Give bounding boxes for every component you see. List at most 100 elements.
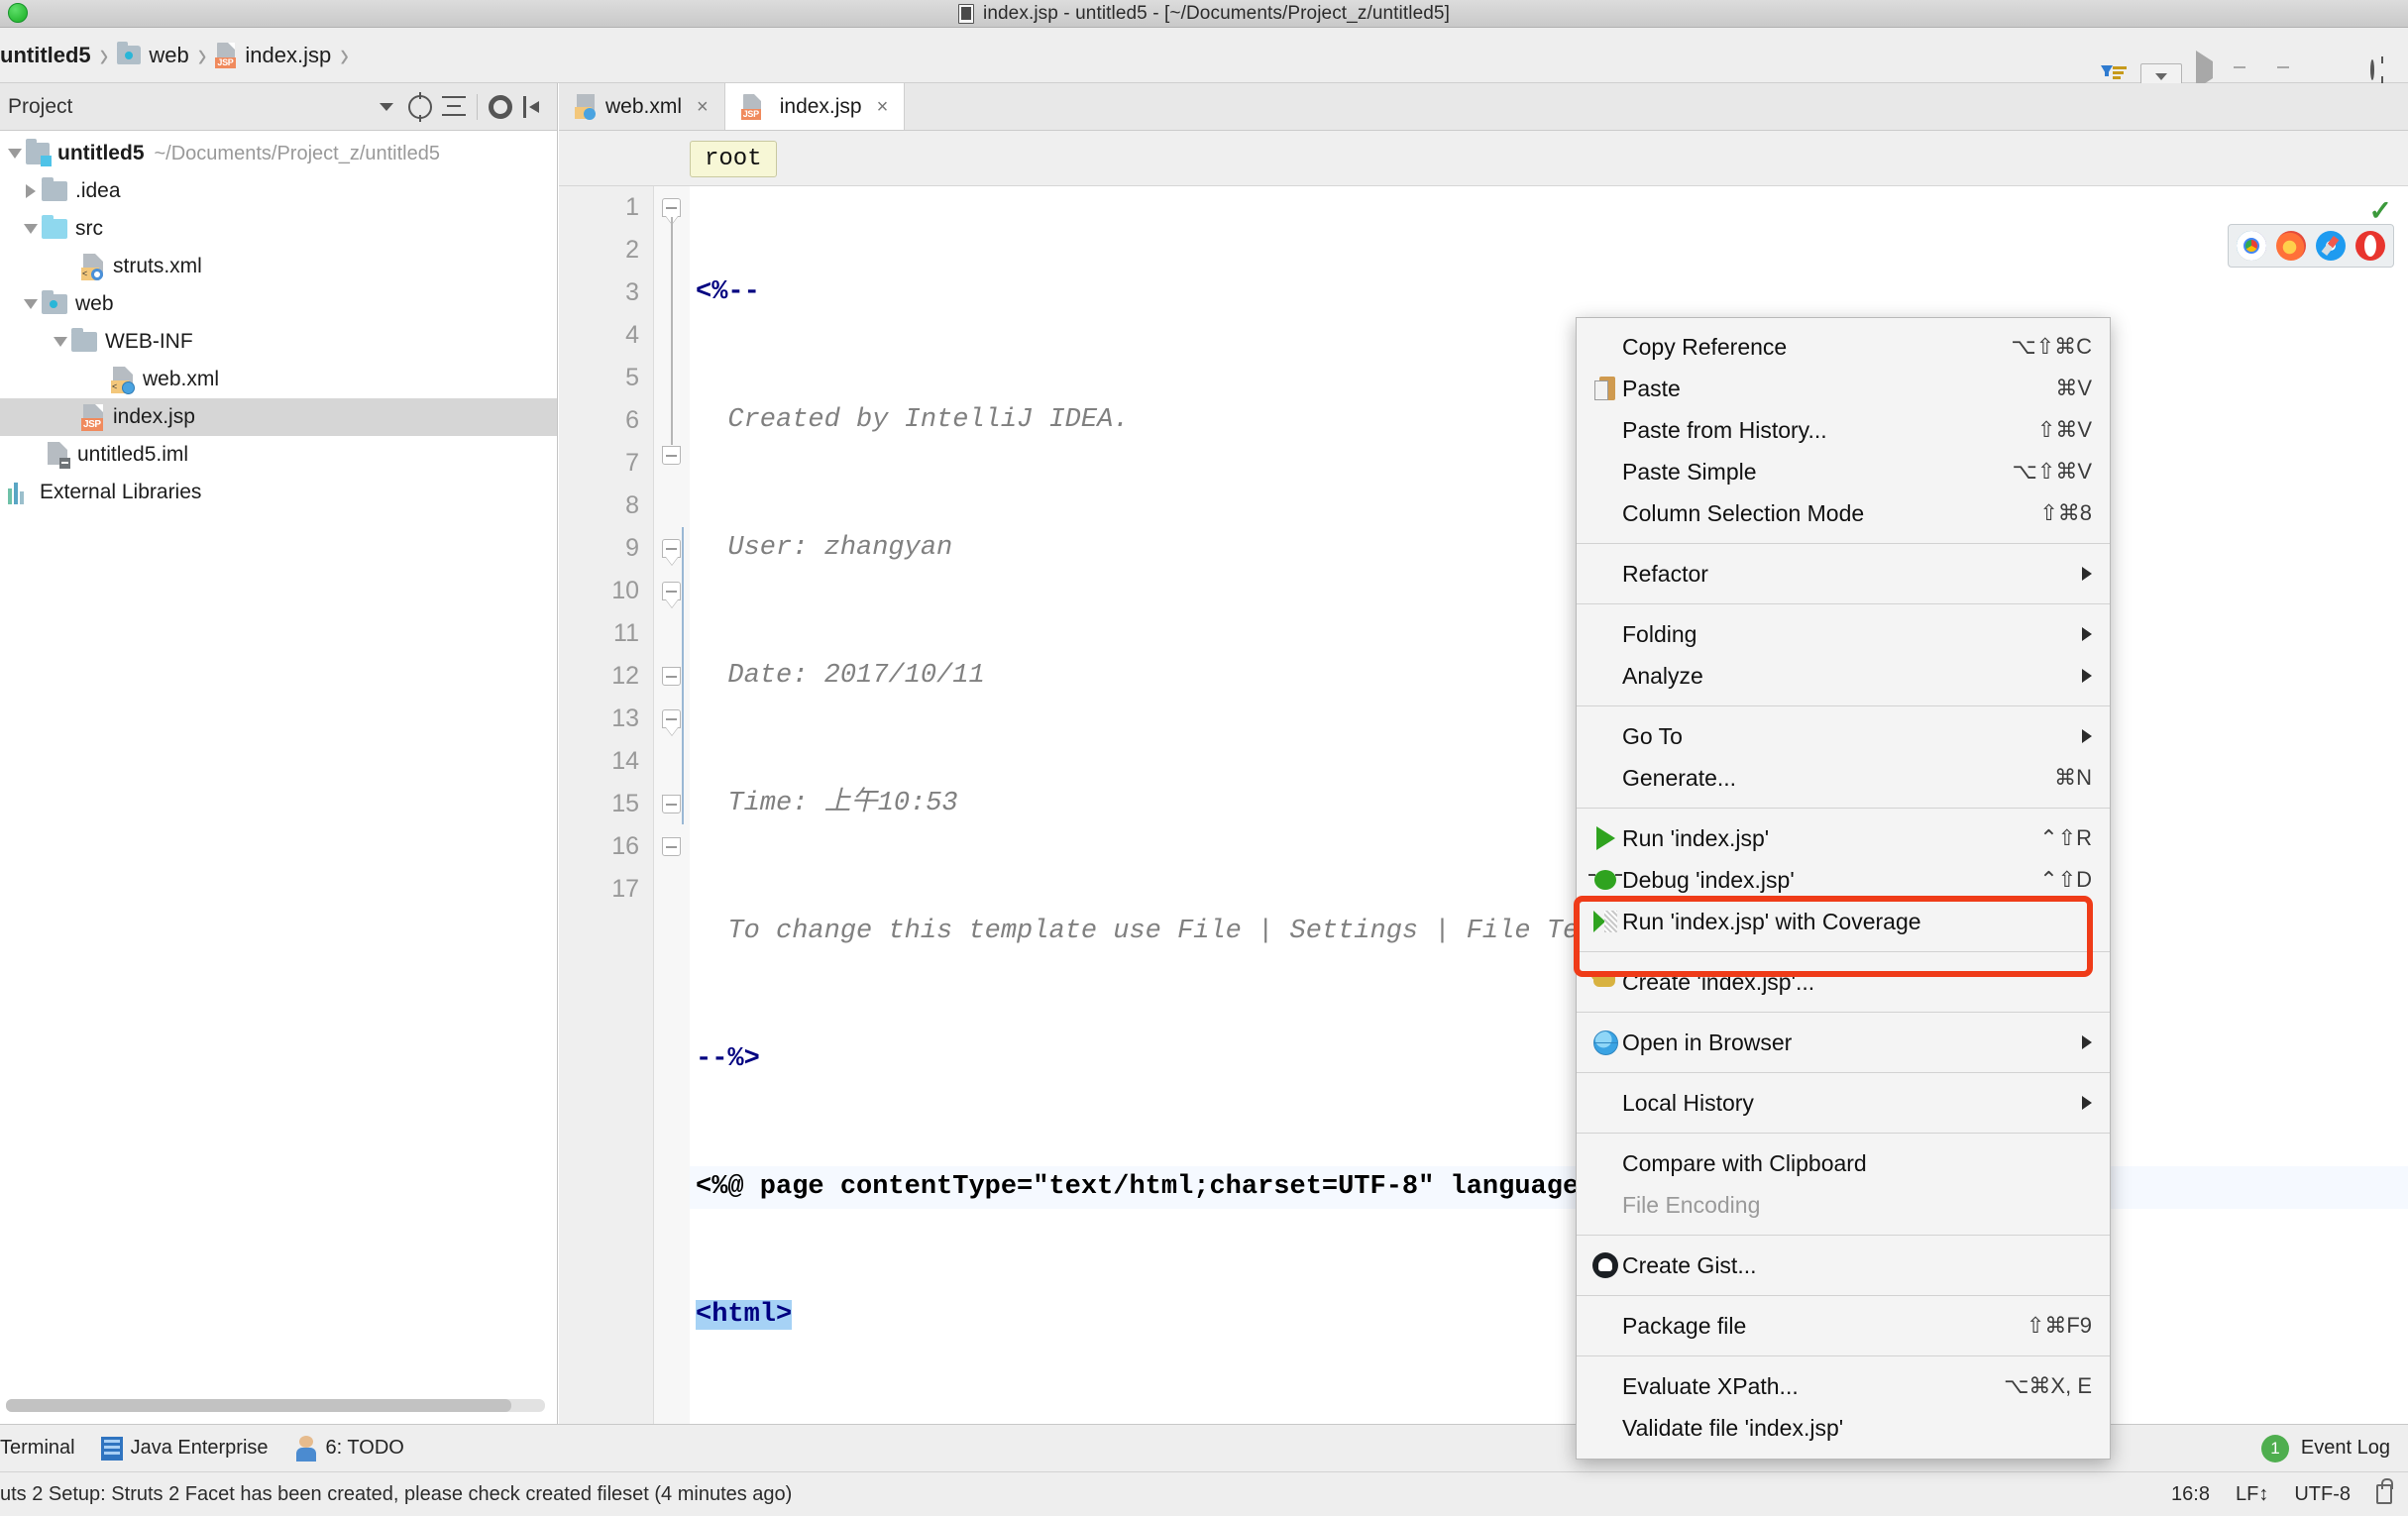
tab-index-jsp[interactable]: JSP index.jsp × bbox=[724, 83, 906, 130]
submenu-arrow-icon bbox=[2082, 1096, 2092, 1110]
window-title: index.jsp - untitled5 - [~/Documents/Pro… bbox=[958, 3, 1450, 25]
jsp-file-icon bbox=[958, 3, 975, 24]
project-panel-header: Project bbox=[0, 83, 557, 131]
tree-node-untitled5[interactable]: untitled5 ~/Documents/Project_z/untitled… bbox=[0, 135, 557, 172]
menu-item-paste-simple[interactable]: Paste Simple ⌥⇧⌘V bbox=[1577, 451, 2110, 492]
tree-node-index-jsp[interactable]: JSP index.jsp bbox=[0, 398, 557, 436]
tree-node-web-xml[interactable]: < web.xml bbox=[0, 361, 557, 398]
menu-item-run-with-coverage[interactable]: Run 'index.jsp' with Coverage bbox=[1577, 901, 2110, 942]
tool-window-terminal[interactable]: Terminal bbox=[0, 1437, 75, 1460]
menu-item-generate[interactable]: Generate... ⌘N bbox=[1577, 757, 2110, 799]
menu-separator bbox=[1577, 808, 2110, 809]
menu-item-compare-with-clipboard[interactable]: Compare with Clipboard bbox=[1577, 1142, 2110, 1184]
line-number: 1 bbox=[625, 193, 639, 221]
tree-node-struts-xml[interactable]: < struts.xml bbox=[0, 248, 557, 285]
menu-separator bbox=[1577, 1072, 2110, 1073]
menu-item-evaluate-xpath[interactable]: Evaluate XPath... ⌥⌘X, E bbox=[1577, 1365, 2110, 1407]
chevron-down-icon[interactable] bbox=[4, 149, 26, 159]
line-separator[interactable]: LF↕ bbox=[2236, 1483, 2268, 1506]
menu-item-paste[interactable]: Paste ⌘V bbox=[1577, 368, 2110, 409]
code-text: Created by IntelliJ IDEA. bbox=[696, 405, 1130, 435]
collapse-all-icon[interactable] bbox=[437, 90, 471, 124]
menu-separator bbox=[1577, 603, 2110, 604]
status-bar: uts 2 Setup: Struts 2 Facet has been cre… bbox=[0, 1471, 2408, 1516]
breadcrumb-item-web[interactable]: web bbox=[117, 42, 189, 68]
project-panel-horizontal-scrollbar[interactable] bbox=[6, 1399, 545, 1412]
breadcrumb-separator: › bbox=[340, 34, 349, 75]
breadcrumb-item-indexjsp[interactable]: JSP index.jsp bbox=[215, 42, 331, 68]
menu-item-go-to[interactable]: Go To bbox=[1577, 715, 2110, 757]
caret-position[interactable]: 16:8 bbox=[2171, 1483, 2210, 1506]
menu-item-create-gist[interactable]: Create Gist... bbox=[1577, 1245, 2110, 1286]
chevron-right-icon[interactable] bbox=[20, 184, 42, 198]
chevron-down-icon[interactable] bbox=[50, 337, 71, 347]
menu-item-package-file[interactable]: Package file ⇧⌘F9 bbox=[1577, 1305, 2110, 1347]
line-number: 4 bbox=[625, 321, 639, 349]
locate-icon[interactable] bbox=[403, 90, 437, 124]
menu-item-label: Evaluate XPath... bbox=[1622, 1372, 1799, 1399]
fold-marker-html-start[interactable] bbox=[662, 539, 681, 558]
tab-web-xml[interactable]: web.xml × bbox=[559, 83, 725, 130]
fold-marker-head-start[interactable] bbox=[662, 582, 681, 600]
fold-marker-html-end[interactable] bbox=[662, 837, 681, 856]
fold-marker-body-end[interactable] bbox=[662, 795, 681, 813]
lock-icon[interactable] bbox=[2376, 1478, 2393, 1504]
file-encoding[interactable]: UTF-8 bbox=[2294, 1483, 2351, 1506]
tree-node-idea[interactable]: .idea bbox=[0, 172, 557, 210]
fold-marker-body-start[interactable] bbox=[662, 709, 681, 728]
fold-marker-head-end[interactable] bbox=[662, 667, 681, 686]
tree-node-web[interactable]: web bbox=[0, 285, 557, 323]
menu-item-column-selection-mode[interactable]: Column Selection Mode ⇧⌘8 bbox=[1577, 492, 2110, 534]
window-title-text: index.jsp - untitled5 - [~/Documents/Pro… bbox=[983, 2, 1450, 24]
menu-item-local-history[interactable]: Local History bbox=[1577, 1082, 2110, 1124]
menu-item-refactor[interactable]: Refactor bbox=[1577, 553, 2110, 595]
menu-item-label: Refactor bbox=[1622, 560, 1708, 587]
tree-node-web-inf[interactable]: WEB-INF bbox=[0, 323, 557, 361]
tool-window-todo[interactable]: 6: TODO bbox=[294, 1435, 404, 1462]
tree-label: WEB-INF bbox=[105, 330, 193, 353]
submenu-arrow-icon bbox=[2082, 669, 2092, 683]
tree-node-external-libraries[interactable]: External Libraries bbox=[0, 474, 557, 511]
chrome-icon[interactable] bbox=[2237, 231, 2266, 261]
menu-item-run-index-jsp[interactable]: Run 'index.jsp' ⌃⇧R bbox=[1577, 817, 2110, 859]
close-icon[interactable]: × bbox=[697, 97, 709, 117]
safari-icon[interactable] bbox=[2316, 231, 2346, 261]
line-number: 15 bbox=[611, 790, 639, 817]
firefox-icon[interactable] bbox=[2276, 231, 2306, 261]
breadcrumb-item-untitled5[interactable]: untitled5 bbox=[0, 43, 91, 68]
code-content[interactable]: <%-- Created by IntelliJ IDEA. User: zha… bbox=[690, 186, 2408, 1458]
menu-item-label: Validate file 'index.jsp' bbox=[1622, 1414, 1844, 1441]
chevron-down-icon[interactable] bbox=[20, 224, 42, 234]
close-icon[interactable]: × bbox=[877, 97, 889, 117]
window-close-button[interactable] bbox=[8, 3, 28, 23]
menu-item-folding[interactable]: Folding bbox=[1577, 613, 2110, 655]
line-number: 12 bbox=[611, 662, 639, 690]
menu-item-file-encoding[interactable]: File Encoding bbox=[1577, 1184, 2110, 1226]
hide-panel-icon[interactable] bbox=[517, 90, 551, 124]
menu-item-validate-file[interactable]: Validate file 'index.jsp' bbox=[1577, 1407, 2110, 1449]
tree-node-untitled5-iml[interactable]: untitled5.iml bbox=[0, 436, 557, 474]
menu-item-debug-index-jsp[interactable]: Debug 'index.jsp' ⌃⇧D bbox=[1577, 859, 2110, 901]
opera-icon[interactable] bbox=[2355, 231, 2385, 261]
fold-marker-comment-end[interactable] bbox=[662, 446, 681, 465]
menu-item-copy-reference[interactable]: Copy Reference ⌥⇧⌘C bbox=[1577, 326, 2110, 368]
code-folding-gutter[interactable] bbox=[654, 186, 690, 1424]
settings-gear-icon[interactable] bbox=[484, 90, 517, 124]
fold-marker-comment-start[interactable] bbox=[662, 198, 681, 217]
menu-item-analyze[interactable]: Analyze bbox=[1577, 655, 2110, 697]
editor-breadcrumb-root[interactable]: root bbox=[690, 141, 777, 177]
menu-item-label: Open in Browser bbox=[1622, 1029, 1793, 1055]
chevron-down-icon[interactable] bbox=[370, 90, 403, 124]
menu-item-create-index-jsp[interactable]: Create 'index.jsp'... bbox=[1577, 961, 2110, 1003]
menu-item-open-in-browser[interactable]: Open in Browser bbox=[1577, 1022, 2110, 1063]
inspection-status-icon[interactable]: ✓ bbox=[2369, 194, 2392, 227]
menu-item-paste-from-history[interactable]: Paste from History... ⇧⌘V bbox=[1577, 409, 2110, 451]
chevron-down-icon[interactable] bbox=[20, 299, 42, 309]
tool-window-java-enterprise[interactable]: Java Enterprise bbox=[100, 1436, 269, 1461]
code-editor[interactable]: 1 2 3 4 5 6 7 8 9 10 11 12 13 14 15 16 1… bbox=[559, 186, 2408, 1458]
tree-node-src[interactable]: src bbox=[0, 210, 557, 248]
event-log-label[interactable]: Event Log bbox=[2301, 1437, 2390, 1460]
menu-item-label: Column Selection Mode bbox=[1622, 499, 1865, 526]
tree-label: struts.xml bbox=[113, 255, 202, 277]
breadcrumb-bar: untitled5 › web › JSP index.jsp › bbox=[0, 28, 2408, 89]
